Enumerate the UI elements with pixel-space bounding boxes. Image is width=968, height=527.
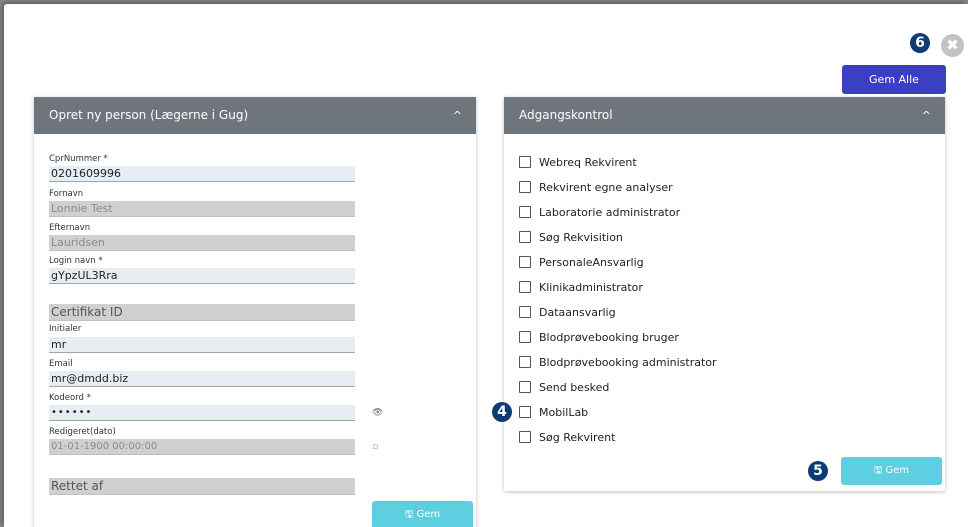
- access-control-panel-header[interactable]: Adgangskontrol ^: [504, 97, 945, 134]
- checkbox[interactable]: [519, 256, 531, 268]
- panel-title: Opret ny person (Lægerne i Gug): [49, 108, 249, 122]
- redigeret-input: 01-01-1900 00:00:00: [49, 439, 355, 455]
- callout-badge-5: 5: [808, 461, 828, 481]
- checkbox-sog-rekvisition[interactable]: Søg Rekvisition: [519, 229, 623, 245]
- checkbox-label: Søg Rekvisition: [539, 230, 623, 244]
- checkbox-label: Laboratorie administrator: [539, 205, 681, 219]
- fornavn-input: Lonnie Test: [49, 201, 355, 217]
- close-icon[interactable]: ✖: [941, 34, 964, 57]
- save-button[interactable]: 🖫 Gem: [372, 501, 473, 527]
- checkbox-klinikadministrator[interactable]: Klinikadministrator: [519, 279, 643, 295]
- checkbox-personaleansvarlig[interactable]: PersonaleAnsvarlig: [519, 254, 644, 270]
- login-label: Login navn *: [49, 256, 103, 266]
- dialog-window: 6 ✖ Gem Alle Opret ny person (Lægerne i …: [4, 4, 968, 527]
- cpr-input[interactable]: 0201609996: [49, 166, 355, 182]
- checkbox-blodprovebooking-bruger[interactable]: Blodprøvebooking bruger: [519, 329, 679, 345]
- checkbox[interactable]: [519, 406, 531, 418]
- kodeord-label: Kodeord *: [49, 393, 91, 403]
- checkbox-sog-rekvirent[interactable]: Søg Rekvirent: [519, 429, 615, 445]
- checkbox-label: Send besked: [539, 380, 610, 394]
- checkbox-label: PersonaleAnsvarlig: [539, 255, 644, 269]
- callout-badge-6: 6: [910, 33, 930, 53]
- checkbox-laboratorie-administrator[interactable]: Laboratorie administrator: [519, 204, 680, 220]
- checkbox[interactable]: [519, 206, 531, 218]
- checkbox-webreq-rekvirent[interactable]: Webreq Rekvirent: [519, 154, 637, 170]
- chevron-up-icon[interactable]: ^: [453, 97, 462, 134]
- checkbox[interactable]: [519, 306, 531, 318]
- checkbox[interactable]: [519, 181, 531, 193]
- cpr-label: CprNummer *: [49, 154, 108, 164]
- password-input[interactable]: ••••••: [49, 405, 355, 421]
- checkbox-label: Klinikadministrator: [539, 280, 643, 294]
- access-control-panel: Adgangskontrol ^ Webreq Rekvirent Rekvir…: [504, 97, 945, 491]
- checkbox[interactable]: [519, 331, 531, 343]
- checkbox-mobillab[interactable]: MobilLab: [519, 404, 588, 420]
- save-all-button[interactable]: Gem Alle: [842, 65, 946, 94]
- efternavn-label: Efternavn: [49, 223, 91, 233]
- checkbox-label: Blodprøvebooking bruger: [539, 330, 679, 344]
- checkbox[interactable]: [519, 431, 531, 443]
- create-person-panel: Opret ny person (Lægerne i Gug) ^ CprNum…: [34, 97, 476, 527]
- initialer-label: Initialer: [49, 324, 82, 334]
- checkbox-label: Dataansvarlig: [539, 305, 616, 319]
- checkbox-dataansvarlig[interactable]: Dataansvarlig: [519, 304, 616, 320]
- checkbox[interactable]: [519, 156, 531, 168]
- checkbox[interactable]: [519, 381, 531, 393]
- create-person-panel-header[interactable]: Opret ny person (Lægerne i Gug) ^: [34, 97, 476, 134]
- callout-badge-4: 4: [492, 402, 512, 422]
- checkbox-label: Webreq Rekvirent: [539, 155, 637, 169]
- certifikat-input: Certifikat ID: [49, 304, 355, 321]
- checkbox[interactable]: [519, 231, 531, 243]
- efternavn-input: Lauridsen: [49, 235, 355, 251]
- checkbox-label: MobilLab: [539, 405, 589, 419]
- panel-title: Adgangskontrol: [519, 108, 613, 122]
- checkbox-rekvirent-egne-analyser[interactable]: Rekvirent egne analyser: [519, 179, 673, 195]
- email-label: Email: [49, 359, 73, 369]
- fornavn-label: Fornavn: [49, 189, 84, 199]
- checkbox[interactable]: [519, 356, 531, 368]
- checkbox-blodprovebooking-administrator[interactable]: Blodprøvebooking administrator: [519, 354, 717, 370]
- initialer-input[interactable]: mr: [49, 337, 355, 353]
- eye-icon[interactable]: 👁: [372, 408, 383, 418]
- email-input[interactable]: mr@dmdd.biz: [49, 371, 355, 387]
- chevron-up-icon[interactable]: ^: [922, 97, 931, 134]
- checkbox-label: Rekvirent egne analyser: [539, 180, 673, 194]
- checkbox-label: Søg Rekvirent: [539, 430, 616, 444]
- rettet-af-input: Rettet af: [49, 478, 355, 495]
- calendar-icon[interactable]: ▫: [372, 442, 378, 452]
- redigeret-label: Redigeret(dato): [49, 427, 116, 437]
- save-access-button[interactable]: 🖫 Gem: [841, 457, 942, 485]
- checkbox-send-besked[interactable]: Send besked: [519, 379, 609, 395]
- checkbox[interactable]: [519, 281, 531, 293]
- checkbox-label: Blodprøvebooking administrator: [539, 355, 717, 369]
- login-input[interactable]: gYpzUL3Rra: [49, 268, 355, 284]
